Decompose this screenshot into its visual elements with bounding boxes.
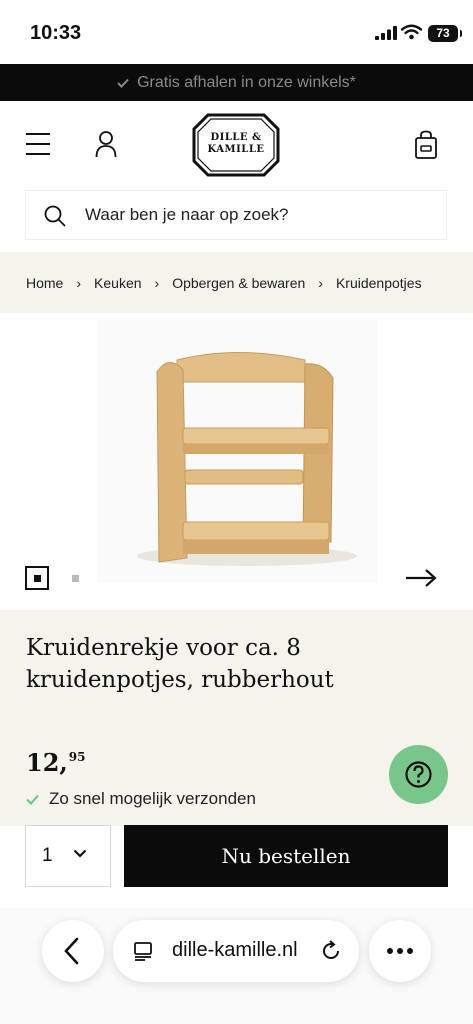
menu-icon[interactable] [26,133,50,157]
account-icon[interactable] [95,130,117,158]
check-icon [117,78,129,88]
quantity-select[interactable]: 1 [25,825,111,887]
breadcrumb: Home › Keuken › Opbergen & bewaren › Kru… [0,252,473,313]
address-bar[interactable]: dille-kamille.nl [113,920,359,982]
gallery-dot[interactable] [72,575,79,582]
question-icon [405,761,432,788]
breadcrumb-opbergen[interactable]: Opbergen & bewaren [172,275,305,291]
more-button[interactable] [369,920,431,982]
reload-icon[interactable] [319,939,343,963]
shopping-bag-icon[interactable] [414,130,438,160]
check-icon [26,794,39,805]
url-text: dille-kamille.nl [172,939,298,961]
order-button[interactable]: Nu bestellen [124,825,448,887]
breadcrumb-keuken[interactable]: Keuken [94,275,141,291]
breadcrumb-kruidenpotjes[interactable]: Kruidenpotjes [336,275,422,291]
product-title: Kruidenrekje voor ca. 8 kruidenpotjes, r… [26,635,334,693]
chevron-down-icon [73,849,87,858]
product-image[interactable] [97,320,377,582]
back-button[interactable] [42,920,104,982]
arrow-right-icon[interactable] [404,568,438,588]
battery-icon: 73 [428,25,462,42]
gallery-dot-active[interactable] [25,566,49,590]
shipping-info: Zo snel mogelijk verzonden [26,789,256,809]
chevron-right-icon: › [154,274,160,291]
quantity-value: 1 [42,845,53,866]
chevron-right-icon: › [318,274,323,291]
logo-text: DILLE & KAMILLE [207,132,265,155]
chevron-right-icon: › [76,274,82,291]
breadcrumb-home[interactable]: Home [26,275,63,291]
reader-icon [134,942,152,961]
help-button[interactable] [389,745,448,804]
chevron-left-icon [64,937,79,965]
search-placeholder: Waar ben je naar op zoek? [85,205,289,224]
search-icon [44,205,66,227]
promo-banner: Gratis afhalen in onze winkels* [0,64,473,101]
promo-text: Gratis afhalen in onze winkels* [137,73,356,91]
product-price: 12,95 [26,748,86,777]
cellular-signal-icon [375,26,397,40]
search-input[interactable]: Waar ben je naar op zoek? [25,190,447,240]
wifi-icon [401,24,422,40]
more-icon [387,948,413,954]
status-time: 10:33 [30,22,82,44]
site-logo[interactable]: DILLE & KAMILLE [192,113,280,177]
